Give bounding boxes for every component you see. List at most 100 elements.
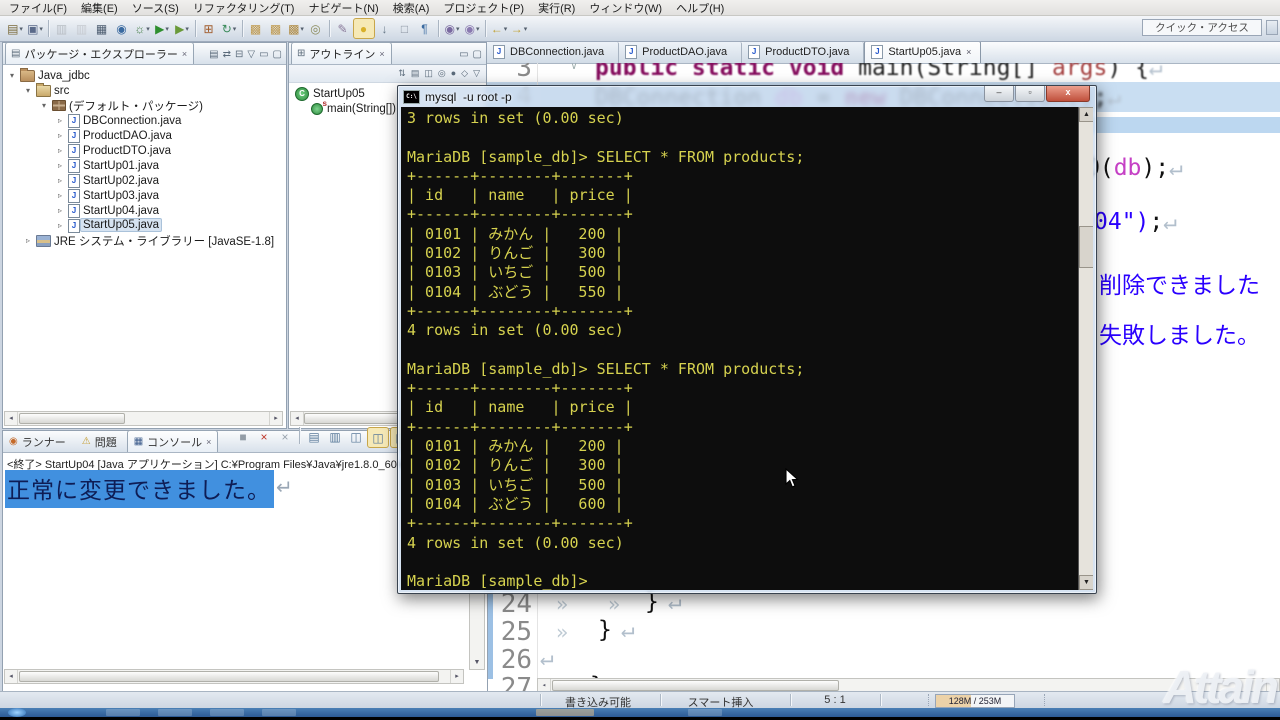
tab-console[interactable]: ▦ コンソール × (127, 430, 219, 452)
taskbar-button[interactable] (158, 709, 192, 716)
close-icon[interactable]: × (206, 437, 211, 447)
separator[interactable] (195, 20, 196, 37)
scroll-left-icon[interactable]: ◂ (5, 412, 18, 425)
open-type-icon[interactable]: ▩ (246, 19, 266, 38)
expander-icon[interactable]: ▾ (23, 86, 33, 95)
scroll-left-icon[interactable]: ◂ (291, 412, 304, 425)
tree-item[interactable]: ▾ (デフォルト・パッケージ) (3, 98, 286, 113)
quick-access-box[interactable]: クイック・アクセス (1142, 19, 1262, 36)
start-orb-icon[interactable] (8, 708, 26, 717)
show-whitespace-icon[interactable]: ¶ (415, 19, 435, 38)
run-icon[interactable]: ▶▾ (152, 19, 172, 38)
expander-icon[interactable]: ▹ (23, 236, 33, 245)
back-icon[interactable]: ←▾ (489, 19, 509, 38)
editor-tab[interactable]: DBConnection.java (487, 42, 619, 63)
save-all-icon[interactable]: ▥ (72, 19, 92, 38)
hide-fields-icon[interactable]: ▤ (411, 69, 420, 78)
expander-icon[interactable]: ▹ (55, 221, 65, 230)
open-console-icon[interactable]: ▦ (92, 19, 112, 38)
minimize-icon[interactable]: ▭ (259, 50, 268, 60)
hide-static-icon[interactable]: ◫ (424, 69, 433, 78)
tree-item[interactable]: ▹ StartUp05.java (3, 218, 286, 233)
forward-icon[interactable]: →▾ (509, 19, 529, 38)
menu-item[interactable]: ウィンドウ(W) (582, 0, 669, 17)
taskbar-button-active[interactable] (536, 709, 594, 716)
mark-occurrences-icon[interactable]: ✎ (333, 19, 353, 38)
menu-item[interactable]: 検索(A) (386, 0, 437, 17)
menu-item[interactable]: 編集(E) (74, 0, 125, 17)
debug-icon[interactable]: ☼▾ (132, 19, 152, 38)
hide-local-types-icon[interactable]: ● (451, 69, 456, 78)
expander-icon[interactable]: ▹ (55, 176, 65, 185)
maximize-icon[interactable]: ▢ (273, 50, 282, 60)
new-package-icon[interactable]: ◉▾ (462, 19, 482, 38)
tree-item[interactable]: ▹ StartUp02.java (3, 173, 286, 188)
terminate-icon[interactable]: ■ (233, 427, 253, 446)
terminal-titlebar[interactable]: C:\ mysql -u root -p – ▫ x (398, 86, 1096, 107)
view-menu-icon[interactable]: ▽ (247, 50, 255, 60)
separator[interactable] (438, 20, 439, 37)
separator[interactable] (329, 20, 330, 37)
terminal-window[interactable]: C:\ mysql -u root -p – ▫ x 3 rows in set… (397, 85, 1097, 594)
view-menu-icon[interactable]: ▽ (473, 69, 480, 78)
scroll-left-icon[interactable]: ◂ (538, 679, 551, 691)
scroll-down-icon[interactable]: ▼ (470, 657, 484, 669)
scrollbar-thumb[interactable] (552, 680, 839, 691)
word-wrap-icon[interactable]: ◫ (346, 427, 366, 446)
terminal-screen[interactable]: 3 rows in set (0.00 sec)MariaDB [sample_… (401, 107, 1093, 590)
show-stdout-icon[interactable]: ◫ (367, 427, 389, 448)
scroll-right-icon[interactable]: ▸ (269, 412, 282, 425)
remove-launch-icon[interactable]: × (254, 427, 274, 446)
new-java-project-icon[interactable]: ⊞ (199, 19, 219, 38)
scroll-lock-icon[interactable]: ▥ (325, 427, 345, 446)
refresh-icon[interactable]: ↻▾ (219, 19, 239, 38)
link-with-editor-icon[interactable]: ◇ (461, 69, 468, 78)
open-task-icon[interactable]: ▩▾ (286, 19, 306, 38)
tree-item[interactable]: ▹ ProductDTO.java (3, 143, 286, 158)
tab-problems[interactable]: ⚠ 問題 (76, 431, 127, 452)
scrollbar-thumb[interactable] (19, 413, 125, 424)
menu-item[interactable]: プロジェクト(P) (436, 0, 531, 17)
update-icon[interactable]: ◉ (112, 19, 132, 38)
menu-item[interactable]: ソース(S) (125, 0, 186, 17)
tree-item[interactable]: ▹ ProductDAO.java (3, 128, 286, 143)
editor-tab[interactable]: ProductDAO.java (619, 42, 742, 63)
collapse-all-icon[interactable]: ⊟ (235, 50, 243, 60)
tree-item[interactable]: ▹ JRE システム・ライブラリー [JavaSE-1.8] (3, 233, 286, 248)
prev-annotation-icon[interactable]: □ (395, 19, 415, 38)
tree-item[interactable]: ▾ Java_jdbc (3, 68, 286, 83)
taskbar-button[interactable] (688, 709, 722, 716)
minimize-button[interactable]: – (984, 86, 1014, 102)
scroll-up-icon[interactable]: ▲ (1079, 107, 1093, 122)
new-wizard-icon[interactable]: ▤▾ (5, 19, 25, 38)
menu-item[interactable]: リファクタリング(T) (186, 0, 302, 17)
taskbar-button[interactable] (262, 709, 296, 716)
expander-icon[interactable]: ▹ (55, 206, 65, 215)
windows-taskbar[interactable] (0, 708, 1280, 717)
terminal-vscrollbar[interactable]: ▲ ▼ (1078, 107, 1093, 590)
expander-icon[interactable]: ▹ (55, 161, 65, 170)
package-explorer-hscrollbar[interactable]: ◂ ▸ (4, 411, 283, 426)
menu-item[interactable]: ヘルプ(H) (669, 0, 731, 17)
perspective-icon[interactable] (1266, 20, 1278, 35)
console-hscrollbar[interactable]: ◂ ▸ (4, 669, 464, 684)
remove-all-launches-icon[interactable]: × (275, 427, 295, 446)
search-icon[interactable]: ◎ (306, 19, 326, 38)
menu-item[interactable]: ファイル(F) (2, 0, 74, 17)
separator[interactable] (299, 427, 300, 444)
scroll-left-icon[interactable]: ◂ (5, 670, 18, 683)
close-button[interactable]: x (1046, 86, 1090, 102)
run-external-icon[interactable]: ▶▾ (172, 19, 192, 38)
taskbar-button[interactable] (210, 709, 244, 716)
tree-item[interactable]: ▹ StartUp03.java (3, 188, 286, 203)
expander-icon[interactable]: ▾ (7, 71, 17, 80)
minimize-icon[interactable]: ▭ (459, 50, 468, 60)
clear-console-icon[interactable]: ▤ (304, 427, 324, 446)
tab-outline[interactable]: ⊞ アウトライン × (291, 42, 392, 64)
tree-item[interactable]: ▹ DBConnection.java (3, 113, 286, 128)
tree-item[interactable]: ▾ src (3, 83, 286, 98)
expander-icon[interactable]: ▹ (55, 191, 65, 200)
expander-icon[interactable]: ▹ (55, 116, 65, 125)
editor-tab[interactable]: StartUp05.java × (864, 42, 981, 63)
expander-icon[interactable]: ▹ (55, 131, 65, 140)
